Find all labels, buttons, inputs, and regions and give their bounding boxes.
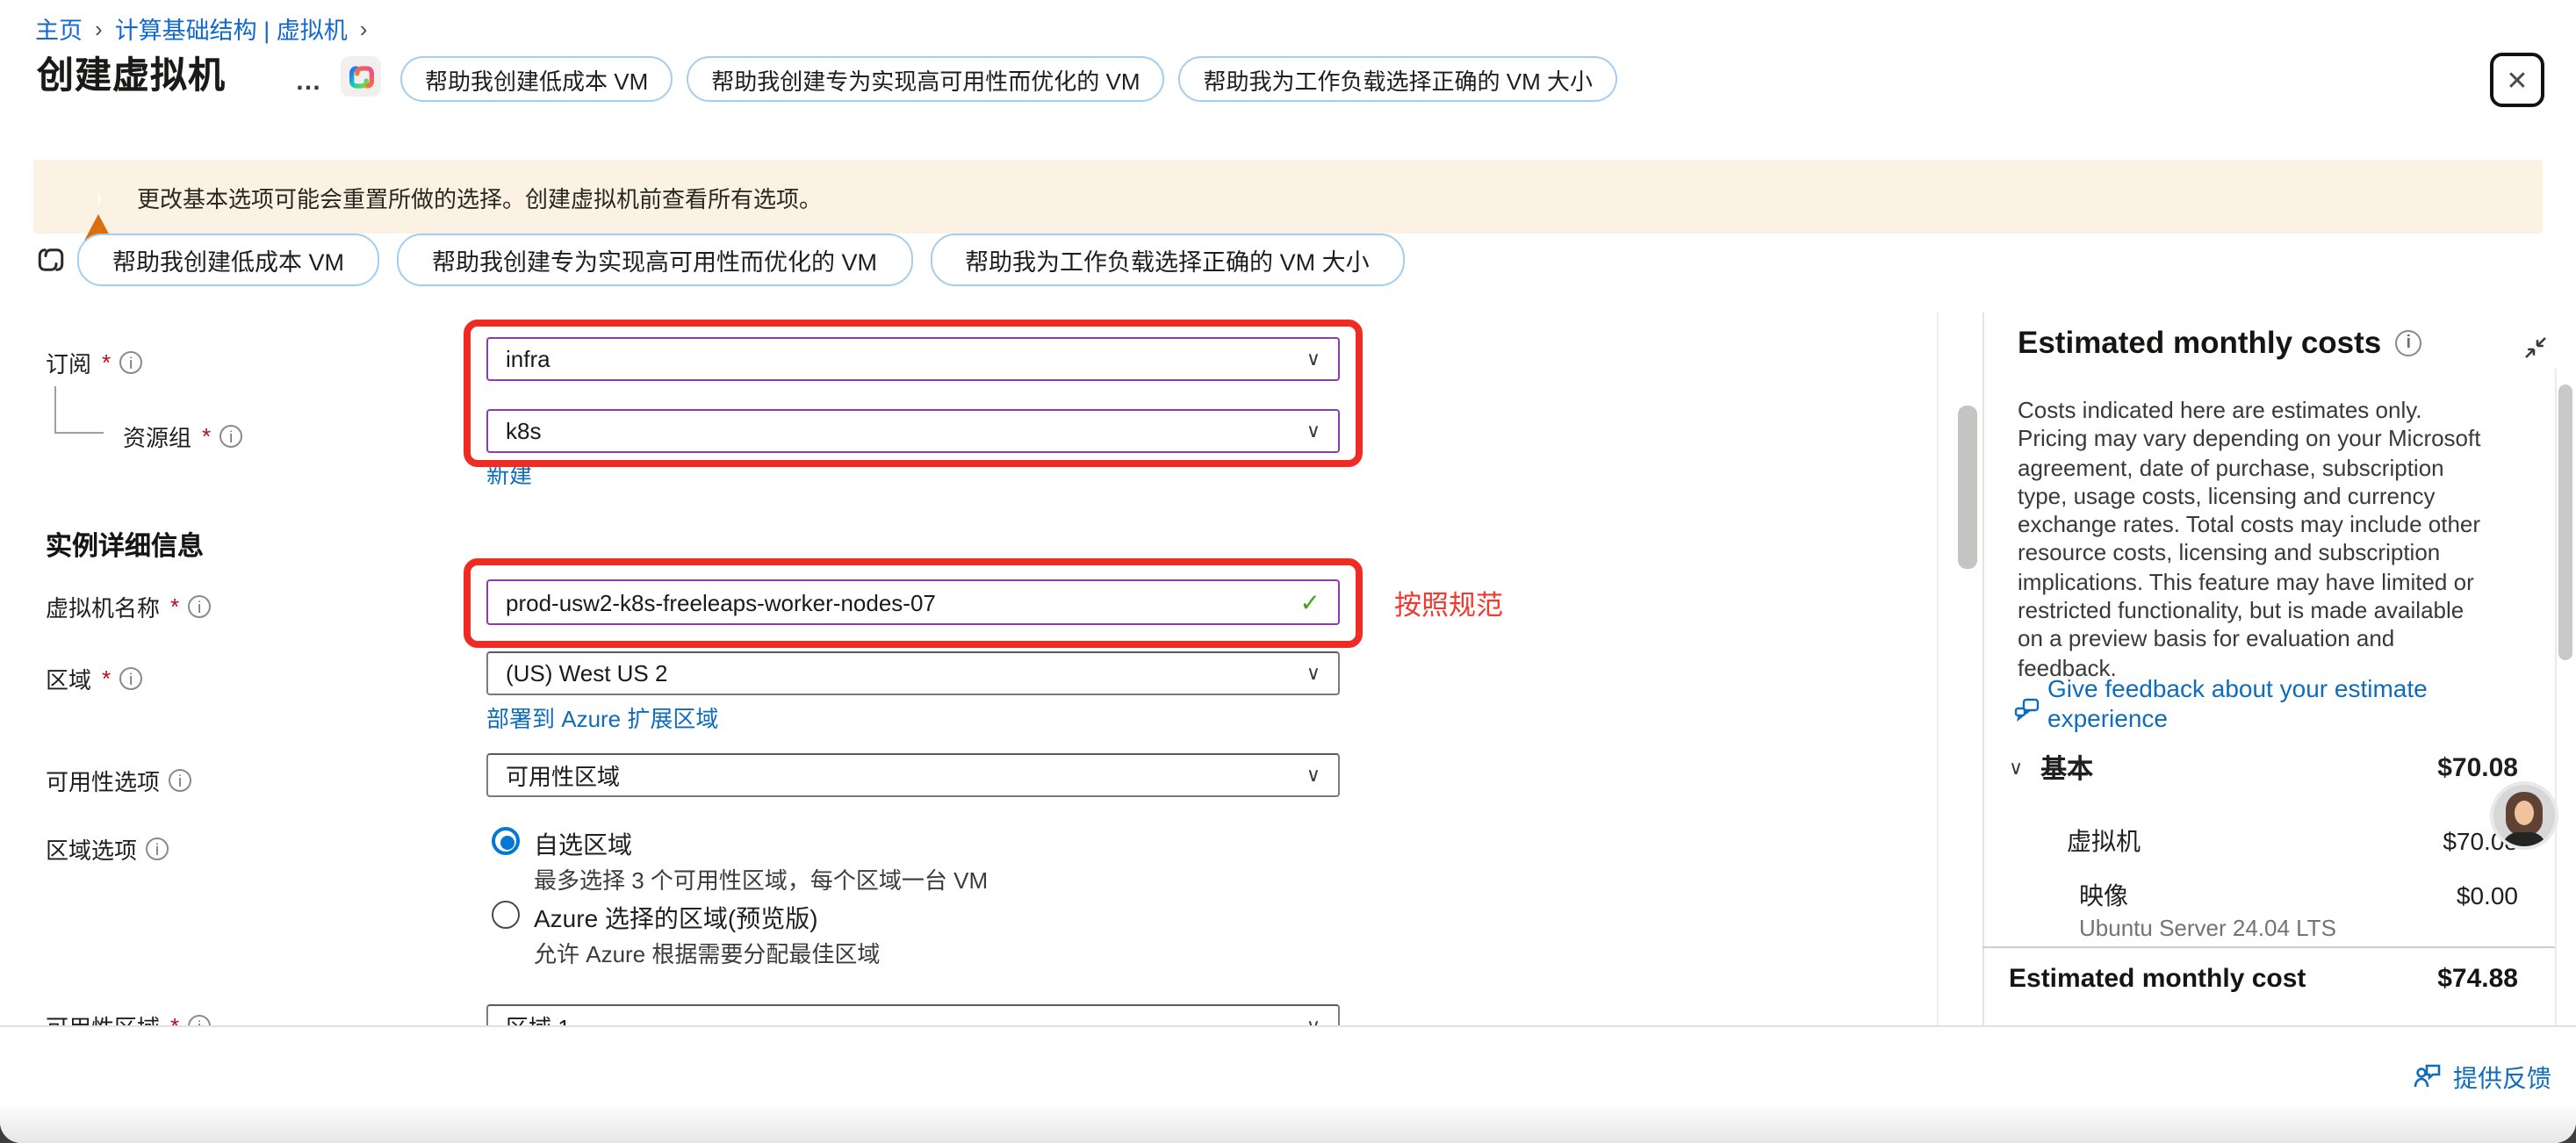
warning-text: 更改基本选项可能会重置所做的选择。创建虚拟机前查看所有选项。 [137, 180, 822, 213]
cost-panel-description: Costs indicated here are estimates only.… [2018, 397, 2488, 683]
availability-options-dropdown[interactable]: 可用性区域 ∨ [486, 753, 1340, 797]
radio-azure-selected-zones[interactable] [492, 901, 520, 929]
copilot-pill-high-availability[interactable]: 帮助我创建专为实现高可用性而优化的 VM [687, 56, 1164, 102]
tree-connector [54, 432, 104, 434]
section-instance-details: 实例详细信息 [46, 527, 204, 564]
copilot-pill-high-availability[interactable]: 帮助我创建专为实现高可用性而优化的 VM [397, 234, 912, 286]
resource-group-label: 资源组* i [123, 420, 242, 453]
edge-zone-link[interactable]: 部署到 Azure 扩展区域 [486, 701, 718, 734]
copilot-pill-right-size[interactable]: 帮助我为工作负载选择正确的 VM 大小 [1179, 56, 1617, 102]
feedback-bubbles-icon [2014, 697, 2040, 732]
cost-row-vm: 虚拟机 $70.08 [2009, 823, 2518, 859]
breadcrumb: 主页 › 计算基础结构 | 虚拟机 › [35, 11, 367, 46]
breadcrumb-separator: › [360, 15, 368, 41]
create-vm-blade: 主页 › 计算基础结构 | 虚拟机 › 创建虚拟机 … 帮助我创建低成本 VM … [0, 0, 2576, 1143]
page-title: 创建虚拟机 [37, 47, 226, 100]
info-icon[interactable]: i [188, 595, 211, 618]
cost-row-label: 虚拟机 [2009, 823, 2141, 859]
availability-options-label: 可用性选项 i [46, 764, 191, 797]
panel-scrollbar-track [2555, 369, 2557, 1025]
breadcrumb-section-link[interactable]: 计算基础结构 | 虚拟机 [115, 11, 348, 46]
give-feedback-label: 提供反馈 [2453, 1060, 2551, 1096]
cost-row-image: 映像 $0.00 [2009, 878, 2518, 913]
radio-azure-selected-zones-label: Azure 选择的区域(预览版) [534, 901, 818, 936]
copilot-suggestions-top: 帮助我创建低成本 VM 帮助我创建专为实现高可用性而优化的 VM 帮助我为工作负… [400, 58, 1617, 100]
chevron-down-icon: ∨ [1306, 348, 1320, 370]
chevron-down-icon: ∨ [1306, 764, 1320, 787]
valid-check-icon: ✓ [1300, 587, 1320, 617]
cost-group-row[interactable]: ∨ 基本 $70.08 [2009, 750, 2518, 787]
collapse-icon[interactable] [2523, 335, 2548, 369]
chevron-down-icon: ∨ [1306, 420, 1320, 442]
radio-self-selected-zones[interactable] [492, 827, 520, 855]
cost-panel-title: Estimated monthly costs [2018, 325, 2381, 362]
window-bottom-strip [0, 1108, 2576, 1143]
annotation-note: 按照规范 [1394, 585, 1503, 623]
cost-panel-divider [1982, 946, 2555, 948]
vm-name-label: 虚拟机名称* i [46, 590, 211, 623]
info-icon[interactable]: i [119, 351, 142, 374]
vm-name-input[interactable]: prod-usw2-k8s-freeleaps-worker-nodes-07 … [486, 579, 1340, 625]
give-feedback-link[interactable]: 提供反馈 [2413, 1060, 2551, 1096]
cost-total-label: Estimated monthly cost [2009, 964, 2306, 994]
warning-banner: ! 更改基本选项可能会重置所做的选择。创建虚拟机前查看所有选项。 [33, 160, 2543, 234]
copilot-suggestions-form: 帮助我创建低成本 VM 帮助我创建专为实现高可用性而优化的 VM 帮助我为工作负… [77, 235, 1405, 284]
copilot-pill-low-cost[interactable]: 帮助我创建低成本 VM [400, 56, 673, 102]
resource-group-dropdown[interactable]: k8s ∨ [486, 409, 1340, 453]
info-icon[interactable]: i [2395, 330, 2421, 356]
content-divider [1937, 313, 1939, 1025]
copilot-outline-icon [35, 244, 67, 284]
copilot-pill-low-cost[interactable]: 帮助我创建低成本 VM [77, 234, 379, 286]
warning-icon: ! [84, 183, 114, 210]
cost-total-amount: $74.88 [2437, 964, 2518, 994]
main-scrollbar-thumb[interactable] [1958, 406, 1977, 569]
more-menu-button[interactable]: … [295, 67, 323, 97]
cost-panel-title-row: Estimated monthly costs i [2018, 325, 2421, 362]
estimate-feedback-link[interactable]: Give feedback about your estimate experi… [2047, 674, 2497, 734]
panel-scrollbar-thumb[interactable] [2558, 385, 2572, 660]
chevron-down-icon: ∨ [1306, 662, 1320, 685]
close-icon: ✕ [2506, 64, 2528, 96]
region-label: 区域* i [46, 662, 142, 695]
zone-options-label: 区域选项 i [46, 832, 169, 866]
copilot-icon[interactable] [341, 56, 381, 97]
subscription-dropdown[interactable]: infra ∨ [486, 337, 1340, 381]
breadcrumb-home-link[interactable]: 主页 [35, 11, 83, 46]
subscription-label: 订阅* i [46, 346, 142, 379]
person-feedback-icon [2413, 1061, 2443, 1095]
cost-group-label: 基本 [2040, 750, 2093, 787]
footer-bar [0, 1025, 2576, 1110]
radio-self-selected-zones-label: 自选区域 [534, 827, 632, 862]
close-button[interactable]: ✕ [2490, 53, 2544, 107]
cost-panel-border [1982, 313, 1984, 1025]
copilot-pill-right-size[interactable]: 帮助我为工作负载选择正确的 VM 大小 [930, 234, 1405, 286]
radio-azure-selected-zones-desc: 允许 Azure 根据需要分配最佳区域 [534, 936, 880, 969]
cost-row-amount: $0.00 [2457, 881, 2518, 909]
info-icon[interactable]: i [219, 425, 242, 448]
info-icon[interactable]: i [146, 837, 169, 860]
cost-row-sublabel: Ubuntu Server 24.04 LTS [2079, 915, 2336, 941]
chevron-down-icon: ∨ [2009, 757, 2023, 780]
info-icon[interactable]: i [169, 769, 191, 792]
info-icon[interactable]: i [119, 667, 142, 690]
create-new-link[interactable]: 新建 [486, 456, 532, 490]
tree-connector [54, 386, 56, 434]
avatar[interactable] [2493, 785, 2555, 846]
region-dropdown[interactable]: (US) West US 2 ∨ [486, 651, 1340, 695]
breadcrumb-separator: › [95, 15, 103, 41]
cost-row-label: 映像 [2009, 878, 2128, 913]
cost-total-row: Estimated monthly cost $74.88 [2009, 964, 2518, 994]
radio-self-selected-zones-desc: 最多选择 3 个可用性区域，每个区域一台 VM [534, 862, 988, 895]
cost-group-amount: $70.08 [2437, 753, 2518, 783]
